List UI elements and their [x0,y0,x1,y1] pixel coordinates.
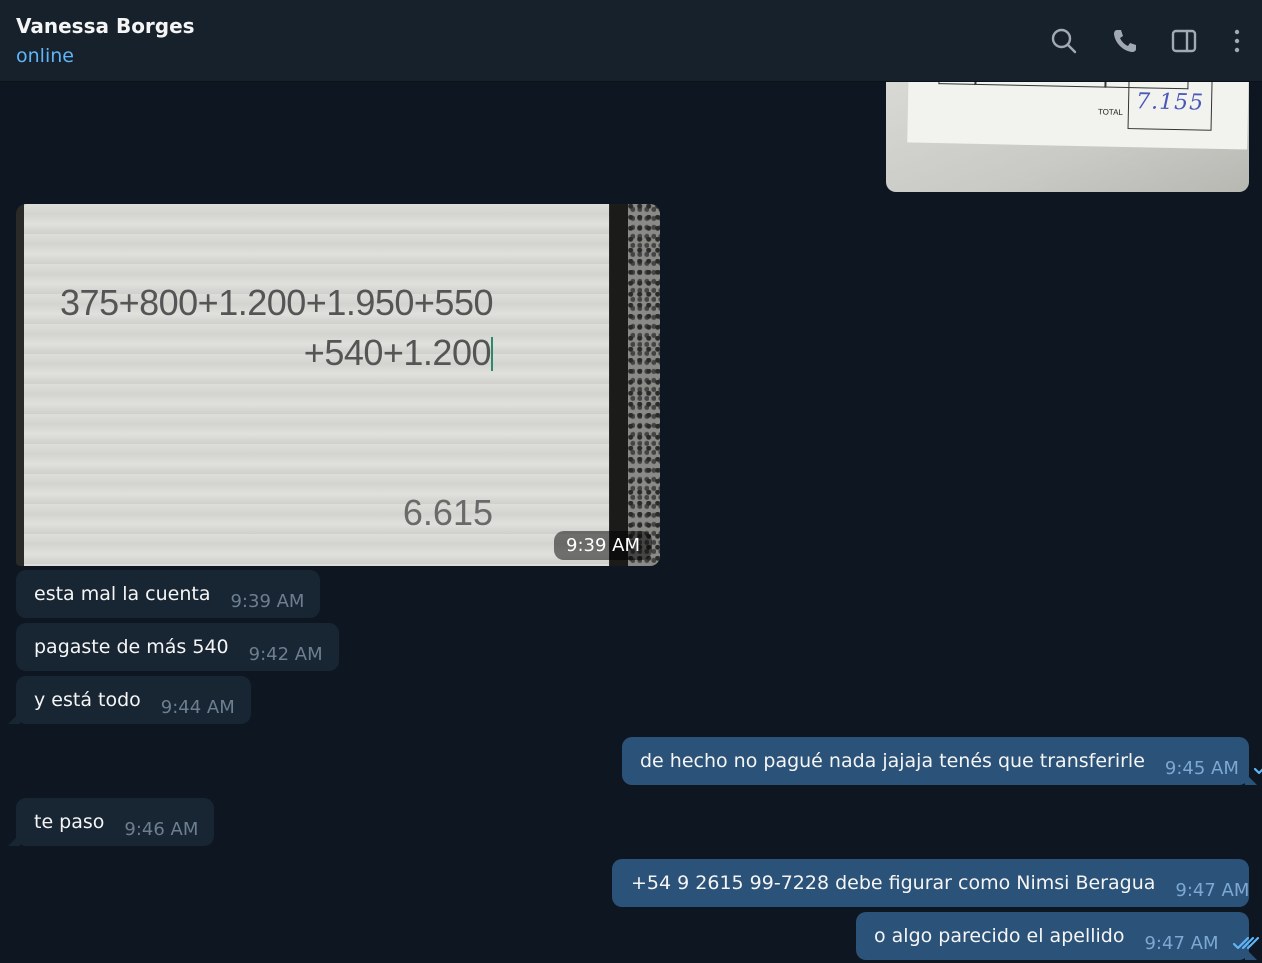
phone-bezel [610,204,628,566]
outgoing-photo[interactable]: TOTAL 7.155 [886,82,1249,192]
more-vertical-icon[interactable] [1220,24,1254,58]
double-check-icon [1253,760,1262,776]
message-text: o algo parecido el apellido [874,925,1125,947]
message-time: 9:45 AM [1164,757,1239,779]
contact-name[interactable]: Vanessa Borges [16,14,195,38]
message-bubble-incoming[interactable]: pagaste de más 540 9:42 AM [16,623,339,671]
table-cell [974,82,1107,88]
message-time: 9:46 AM [124,818,199,840]
message-time: 9:42 AM [248,643,323,665]
message-time: 9:47 AM [1144,932,1219,954]
message-text: pagaste de más 540 [34,636,229,658]
message-text: te paso [34,811,105,833]
message-time: 9:47 AM [1175,879,1250,901]
sidebar-toggle-icon[interactable] [1167,24,1201,58]
message-text: +54 9 2615 99-7228 debe figurar como Nim… [631,872,1156,894]
calc-expression-line-2: +540+1.200 [304,332,493,374]
total-handwritten-value: 7.155 [1135,89,1205,116]
incoming-photo[interactable]: 375+800+1.200+1.950+550 +540+1.200 6.615… [16,204,660,566]
message-text: esta mal la cuenta [34,583,211,605]
table-cell [938,82,977,85]
message-bubble-incoming[interactable]: y está todo 9:44 AM [16,676,251,724]
search-icon[interactable] [1047,24,1081,58]
calculator-screen: 375+800+1.200+1.950+550 +540+1.200 6.615 [24,204,609,566]
message-time: 9:39 AM [230,590,305,612]
calc-expression-line-1: 375+800+1.200+1.950+550 [60,282,493,323]
message-text: y está todo [34,689,141,711]
total-label: TOTAL [1097,107,1124,117]
contact-status: online [16,45,74,67]
granite-surface [628,204,660,566]
double-check-icon [1232,935,1260,951]
message-bubble-outgoing[interactable]: o algo parecido el apellido 9:47 AM [856,912,1260,960]
calc-expression-line-2-text: +540+1.200 [303,332,492,373]
message-bubble-incoming[interactable]: te paso 9:46 AM [16,798,215,846]
message-bubble-outgoing[interactable]: +54 9 2615 99-7228 debe figurar como Nim… [612,859,1249,907]
message-bubble-outgoing[interactable]: de hecho no pagué nada jajaja tenés que … [622,737,1262,785]
message-text: de hecho no pagué nada jajaja tenés que … [640,750,1145,772]
message-list[interactable]: TOTAL 7.155 375+800+1.200+1.950+550 +540… [0,82,1262,963]
message-bubble-incoming[interactable]: esta mal la cuenta 9:39 AM [16,570,321,618]
photo-timestamp: 9:39 AM [554,531,652,560]
phone-icon[interactable] [1108,24,1142,58]
text-caret [491,337,493,371]
chat-header: Vanessa Borges online [0,0,1262,82]
message-time: 9:44 AM [160,696,235,718]
paper-sheet: TOTAL 7.155 [907,82,1249,150]
calc-result: 6.615 [402,492,493,533]
